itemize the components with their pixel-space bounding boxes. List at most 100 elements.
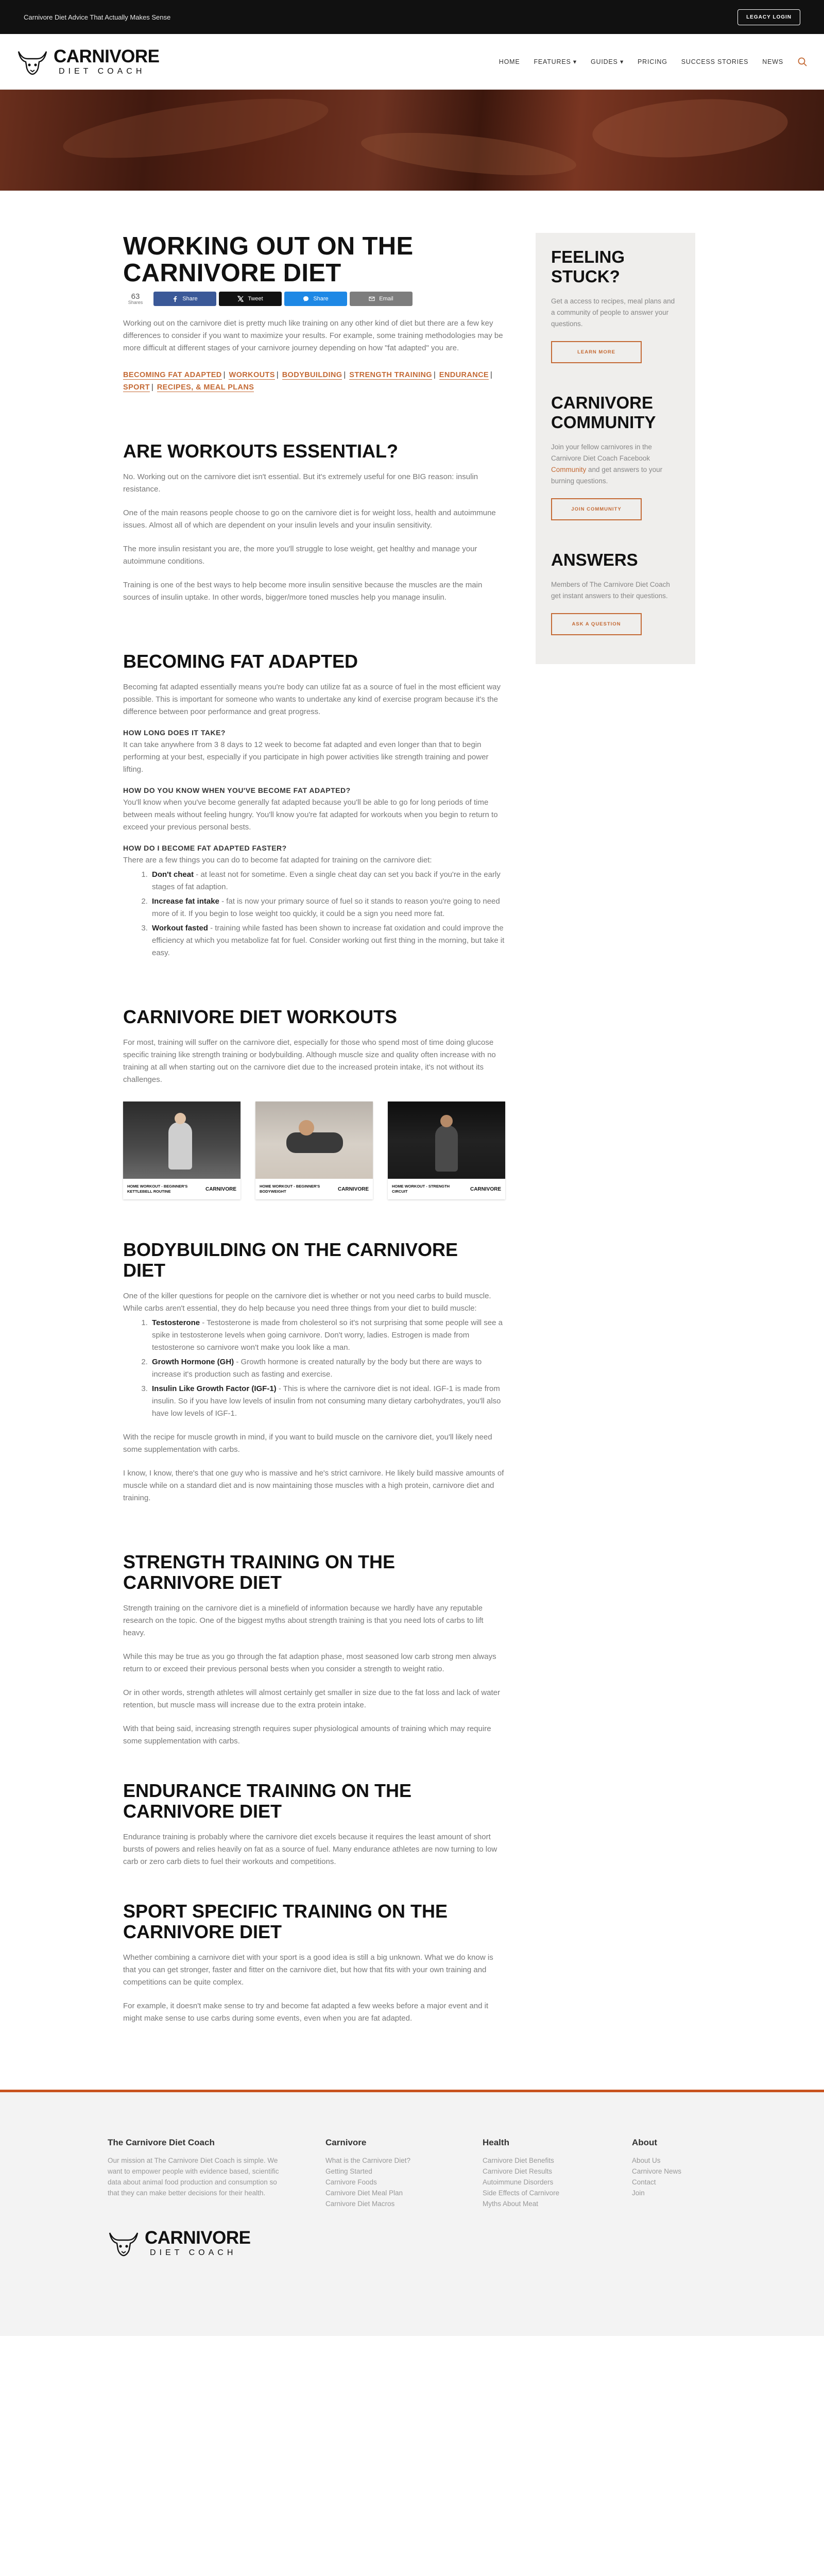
paragraph: Becoming fat adapted essentially means y… <box>123 683 501 716</box>
tweet-label: Tweet <box>248 296 263 302</box>
paragraph: Training is one of the best ways to help… <box>123 581 483 602</box>
nav-success-stories[interactable]: SUCCESS STORIES <box>681 58 749 65</box>
messenger-share-label: Share <box>313 296 329 302</box>
paragraph: For most, training will suffer on the ca… <box>123 1038 496 1084</box>
messenger-icon <box>303 296 309 301</box>
footer-link[interactable]: Join <box>632 2188 735 2198</box>
hero-texture <box>590 93 790 164</box>
logo-subtitle: DIET COACH <box>59 67 146 76</box>
main-nav: HOME FEATURES ▾ GUIDES ▾ PRICING SUCCESS… <box>499 57 808 67</box>
footer-link[interactable]: Myths About Meat <box>483 2198 632 2209</box>
paragraph: With the recipe for muscle growth in min… <box>123 1433 492 1454</box>
workout-card-logo: CARNIVORE <box>337 1186 369 1192</box>
nav-home[interactable]: HOME <box>499 58 520 65</box>
nav-features[interactable]: FEATURES ▾ <box>534 58 577 65</box>
share-count-number: 63 <box>131 292 140 301</box>
learn-more-button[interactable]: LEARN MORE <box>551 341 642 363</box>
workout-card[interactable]: HOME WORKOUT - BEGINNER'S BODYWEIGHT CAR… <box>255 1101 373 1199</box>
workout-card-logo: CARNIVORE <box>470 1186 501 1192</box>
bull-skull-icon <box>109 2232 139 2256</box>
paragraph: No. Working out on the carnivore diet is… <box>123 472 478 494</box>
hero-texture <box>359 125 578 183</box>
footer-about-column: The Carnivore Diet Coach Our mission at … <box>108 2138 325 2209</box>
section-heading: CARNIVORE DIET WORKOUTS <box>123 1006 398 1027</box>
community-link[interactable]: Community <box>551 466 586 473</box>
join-community-button[interactable]: JOIN COMMUNITY <box>551 498 642 520</box>
messenger-share-button[interactable]: Share <box>284 292 347 306</box>
workout-card-label: HOME WORKOUT - BEGINNER'S BODYWEIGHT <box>260 1184 320 1194</box>
email-share-label: Email <box>379 296 393 302</box>
intro-paragraph: Working out on the carnivore diet is pre… <box>123 319 503 352</box>
sidebar-text: Members of The Carnivore Diet Coach get … <box>551 581 670 600</box>
workout-card-label: HOME WORKOUT - BEGINNER'S KETTLEBELL ROU… <box>127 1184 188 1194</box>
site-logo[interactable]: CARNIVORE DIET COACH <box>16 47 160 76</box>
footer-link[interactable]: Carnivore Diet Macros <box>325 2198 483 2209</box>
nav-guides[interactable]: GUIDES ▾ <box>591 58 624 65</box>
page-title: WORKING OUT ON THE CARNIVORE DIET <box>123 232 414 287</box>
workout-card[interactable]: HOME WORKOUT - BEGINNER'S KETTLEBELL ROU… <box>123 1101 241 1199</box>
footer-link[interactable]: Carnivore Foods <box>325 2177 483 2188</box>
footer-link[interactable]: Side Effects of Carnivore <box>483 2188 632 2198</box>
jumplink-sport[interactable]: SPORT <box>123 383 150 392</box>
section-heading: ENDURANCE TRAINING ON THE CARNIVORE DIET <box>123 1780 412 1822</box>
facebook-icon <box>174 296 177 302</box>
paragraph: For example, it doesn't make sense to tr… <box>123 2002 489 2023</box>
footer-about-links-column: About About Us Carnivore News Contact Jo… <box>632 2138 735 2209</box>
footer-link[interactable]: Autoimmune Disorders <box>483 2177 632 2188</box>
footer-link[interactable]: What is the Carnivore Diet? <box>325 2155 483 2166</box>
legacy-login-button[interactable]: LEGACY LOGIN <box>737 9 800 25</box>
workout-card-logo: CARNIVORE <box>205 1186 236 1192</box>
footer-columns: The Carnivore Diet Coach Our mission at … <box>108 2138 824 2209</box>
section-heading: BODYBUILDING ON THE CARNIVORE DIET <box>123 1239 458 1281</box>
paragraph: There are a few things you can do to bec… <box>123 856 432 865</box>
share-count-label: Shares <box>128 300 143 305</box>
paragraph: I know, I know, there's that one guy who… <box>123 1469 504 1502</box>
paragraph: Or in other words, strength athletes wil… <box>123 1688 500 1709</box>
footer-link[interactable]: Carnivore Diet Benefits <box>483 2155 632 2166</box>
announcement-text: Carnivore Diet Advice That Actually Make… <box>24 13 171 21</box>
footer-link[interactable]: Contact <box>632 2177 735 2188</box>
page-body: WORKING OUT ON THE CARNIVORE DIET 63 Sha… <box>0 191 824 2025</box>
footer-logo[interactable]: CARNIVORE DIET COACH <box>108 2229 824 2257</box>
nav-news[interactable]: NEWS <box>762 58 783 65</box>
section-heading: STRENGTH TRAINING ON THE CARNIVORE DIET <box>123 1551 395 1593</box>
footer-heading: Carnivore <box>325 2138 367 2147</box>
jumplink-fat-adapted[interactable]: BECOMING FAT ADAPTED <box>123 371 222 380</box>
tweet-button[interactable]: Tweet <box>219 292 282 306</box>
sidebar-text: Get a access to recipes, meal plans and … <box>551 297 675 328</box>
email-share-button[interactable]: Email <box>350 292 413 306</box>
paragraph: Endurance training is probably where the… <box>123 1833 497 1866</box>
ask-question-button[interactable]: ASK A QUESTION <box>551 613 642 635</box>
footer-link[interactable]: Carnivore News <box>632 2166 735 2177</box>
footer-link[interactable]: Getting Started <box>325 2166 483 2177</box>
jumplink-bodybuilding[interactable]: BODYBUILDING <box>282 371 342 380</box>
jumplink-strength-training[interactable]: STRENGTH TRAINING <box>349 371 432 380</box>
jumplink-endurance[interactable]: ENDURANCE <box>439 371 489 380</box>
sidebar-heading: CARNIVORE COMMUNITY <box>551 393 656 432</box>
x-twitter-icon <box>237 296 244 302</box>
logo-wordmark: CARNIVORE <box>145 2228 251 2248</box>
share-bar: 63 Shares Share Tweet Share Email <box>123 292 505 306</box>
jumplink-workouts[interactable]: WORKOUTS <box>229 371 275 380</box>
sidebar-text: Join your fellow carnivores in the Carni… <box>551 443 663 485</box>
footer-link[interactable]: Carnivore Diet Results <box>483 2166 632 2177</box>
envelope-icon <box>369 296 375 301</box>
workout-card[interactable]: HOME WORKOUT - STRENGTH CIRCUIT CARNIVOR… <box>388 1101 505 1199</box>
list-item: Insulin Like Growth Factor (IGF-1) - Thi… <box>150 1383 505 1420</box>
jumplink-recipes[interactable]: RECIPES, & MEAL PLANS <box>157 383 254 392</box>
footer-link[interactable]: About Us <box>632 2155 735 2166</box>
search-icon[interactable] <box>797 57 808 67</box>
paragraph: One of the main reasons people choose to… <box>123 509 496 530</box>
sidebar-heading: FEELING STUCK? <box>551 247 625 286</box>
nav-pricing[interactable]: PRICING <box>638 58 667 65</box>
paragraph: The more insulin resistant you are, the … <box>123 545 477 566</box>
list-item: Growth Hormone (GH) - Growth hormone is … <box>150 1356 505 1381</box>
facebook-share-button[interactable]: Share <box>153 292 216 306</box>
workout-thumbnail <box>123 1101 241 1179</box>
sidebar-heading: ANSWERS <box>551 550 638 569</box>
paragraph: While this may be true as you go through… <box>123 1652 496 1673</box>
footer-health-column: Health Carnivore Diet Benefits Carnivore… <box>483 2138 632 2209</box>
footer-link[interactable]: Carnivore Diet Meal Plan <box>325 2188 483 2198</box>
list-item: Don't cheat - at least not for sometime.… <box>150 869 505 893</box>
workout-thumbnail <box>388 1101 505 1179</box>
